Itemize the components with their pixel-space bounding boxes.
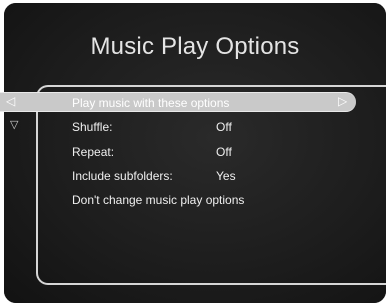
menu-item-dont-change[interactable]: Don't change music play options	[72, 190, 244, 210]
menu-item-value: Off	[216, 120, 232, 134]
menu-item-shuffle[interactable]: Shuffle: Off	[72, 117, 232, 137]
menu-item-label: Shuffle:	[72, 120, 113, 134]
left-arrow-icon[interactable]: ◁	[6, 95, 15, 107]
menu-item-value: Off	[216, 145, 232, 159]
menu-item-value: Yes	[216, 169, 236, 183]
menu-item-repeat[interactable]: Repeat: Off	[72, 142, 232, 162]
menu-item-label: Play music with these options	[72, 96, 230, 110]
menu-item-label: Repeat:	[72, 145, 115, 159]
menu-item-label: Include subfolders:	[72, 169, 173, 183]
menu-item-include-subfolders[interactable]: Include subfolders: Yes	[72, 166, 236, 186]
menu-item-play-with-options[interactable]: Play music with these options	[72, 93, 229, 113]
down-arrow-icon[interactable]: ▽	[10, 119, 18, 130]
page-title: Music Play Options	[90, 33, 300, 60]
menu-item-label: Don't change music play options	[72, 193, 245, 207]
right-arrow-icon[interactable]: ▷	[338, 95, 347, 107]
screen-frame: Music Play Options	[4, 3, 386, 303]
